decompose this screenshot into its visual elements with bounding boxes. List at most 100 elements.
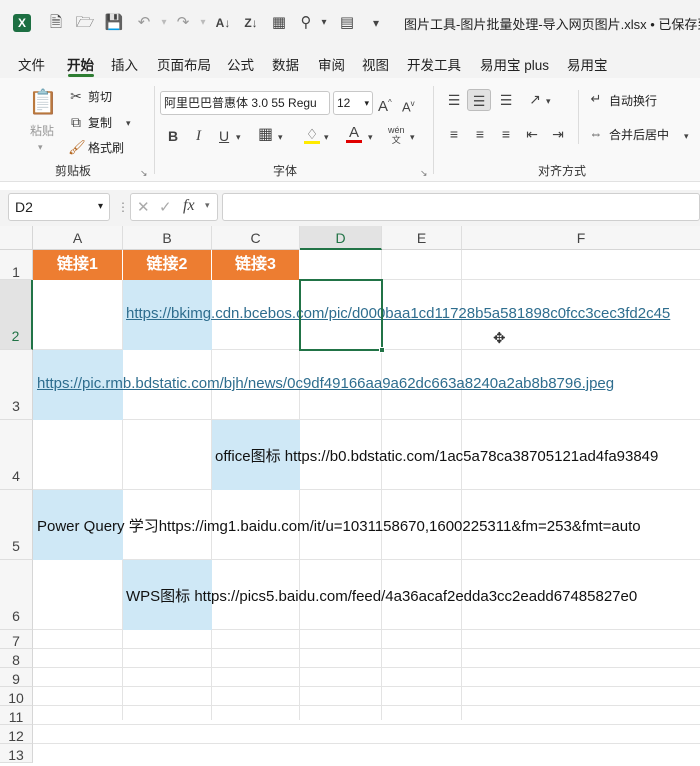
- align-right-icon[interactable]: ≡: [496, 125, 516, 143]
- copy-button[interactable]: 复制: [88, 114, 112, 131]
- tab-easytools-plus[interactable]: 易用宝 plus: [480, 54, 549, 74]
- row-header-3[interactable]: 3: [0, 350, 33, 420]
- underline-button[interactable]: U: [219, 127, 229, 145]
- cell-c4-text[interactable]: office图标 https://b0.bdstatic.com/1ac5a78…: [215, 445, 658, 466]
- merge-center-icon[interactable]: ⇔: [588, 125, 604, 143]
- sort-descending-icon[interactable]: Z↓: [241, 13, 261, 33]
- row-header-1[interactable]: 1: [0, 250, 33, 280]
- fill-color-icon[interactable]: ♢: [304, 125, 320, 144]
- header-cell-link1[interactable]: 链接1: [33, 250, 123, 280]
- decrease-font-icon[interactable]: Av: [402, 95, 415, 116]
- row-header-9[interactable]: 9: [0, 668, 33, 687]
- sort-ascending-icon[interactable]: A↓: [213, 13, 233, 33]
- border-dropdown-icon[interactable]: ▾: [278, 128, 283, 146]
- cell-a3-link[interactable]: https://pic.rmb.bdstatic.com/bjh/news/0c…: [37, 375, 614, 392]
- underline-dropdown-icon[interactable]: ▾: [236, 128, 241, 146]
- column-header-a[interactable]: A: [33, 226, 123, 250]
- row-header-7[interactable]: 7: [0, 630, 33, 649]
- row-header-12[interactable]: 12: [0, 725, 33, 744]
- paste-icon[interactable]: 📋: [28, 88, 58, 118]
- cell-a5-text[interactable]: Power Query 学习https://img1.baidu.com/it/…: [37, 515, 641, 536]
- row-header-11[interactable]: 11: [0, 706, 33, 725]
- undo-dropdown-icon[interactable]: ▾: [154, 13, 174, 33]
- align-bottom-icon[interactable]: ☰: [496, 91, 516, 109]
- font-color-dropdown-icon[interactable]: ▾: [368, 128, 373, 146]
- align-middle-icon[interactable]: ☰: [467, 89, 491, 111]
- row-header-8[interactable]: 8: [0, 649, 33, 668]
- column-header-b[interactable]: B: [123, 226, 212, 250]
- find-dropdown-icon[interactable]: ▾: [314, 13, 334, 33]
- font-launcher-icon[interactable]: ↘: [420, 164, 428, 182]
- wrap-text-icon[interactable]: ↵: [588, 90, 604, 108]
- open-folder-icon[interactable]: 🗁: [75, 13, 95, 33]
- paste-dropdown-icon[interactable]: ▾: [38, 138, 43, 156]
- format-painter-button[interactable]: 格式刷: [88, 139, 124, 156]
- worksheet-grid[interactable]: A B C D E F 1 2 3 4 5 6 7 8 9 10 11 12 1…: [0, 226, 700, 763]
- form-icon[interactable]: ▤: [337, 13, 357, 33]
- wrap-text-button[interactable]: 自动换行: [609, 92, 657, 109]
- row-header-4[interactable]: 4: [0, 420, 33, 490]
- tab-page-layout[interactable]: 页面布局: [157, 54, 211, 74]
- row-header-5[interactable]: 5: [0, 490, 33, 560]
- enter-icon[interactable]: ✓: [159, 198, 172, 216]
- tab-review[interactable]: 审阅: [318, 54, 345, 74]
- fill-handle[interactable]: [379, 347, 385, 353]
- row-header-2[interactable]: 2: [0, 280, 33, 350]
- name-box[interactable]: D2 ▾: [8, 193, 110, 221]
- align-center-icon[interactable]: ≡: [470, 125, 490, 143]
- tab-insert[interactable]: 插入: [111, 54, 138, 74]
- new-file-icon[interactable]: 🗎: [46, 13, 66, 33]
- clipboard-launcher-icon[interactable]: ↘: [140, 164, 148, 182]
- phonetic-dropdown-icon[interactable]: ▾: [410, 128, 415, 146]
- row-header-13[interactable]: 13: [0, 744, 33, 763]
- selected-cell-d2[interactable]: [299, 279, 383, 351]
- font-color-icon[interactable]: A: [346, 124, 362, 143]
- merge-dropdown-icon[interactable]: ▾: [684, 127, 689, 145]
- font-size-combo[interactable]: 12 ▾: [333, 91, 373, 115]
- phonetic-icon[interactable]: wén 文: [388, 125, 405, 145]
- header-cell-link2[interactable]: 链接2: [123, 250, 212, 280]
- align-left-icon[interactable]: ≡: [444, 125, 464, 143]
- column-header-d[interactable]: D: [300, 226, 382, 250]
- format-painter-icon[interactable]: 🖌: [68, 138, 86, 156]
- tab-developer[interactable]: 开发工具: [407, 54, 461, 74]
- tab-view[interactable]: 视图: [362, 54, 389, 74]
- formula-input[interactable]: [222, 193, 700, 221]
- increase-indent-icon[interactable]: ⇥: [548, 125, 568, 143]
- cut-icon[interactable]: ✂: [68, 87, 84, 105]
- find-icon[interactable]: ⚲: [296, 13, 316, 33]
- border-icon[interactable]: ▦: [258, 126, 273, 144]
- orientation-icon[interactable]: ↗: [526, 90, 544, 108]
- insert-function-button[interactable]: fx: [183, 197, 195, 215]
- redo-icon[interactable]: ↷: [173, 13, 193, 33]
- cancel-icon[interactable]: ✕: [137, 198, 150, 216]
- save-icon[interactable]: 💾: [104, 13, 124, 33]
- column-header-c[interactable]: C: [212, 226, 300, 250]
- tab-data[interactable]: 数据: [272, 54, 299, 74]
- header-cell-link3[interactable]: 链接3: [212, 250, 300, 280]
- tab-formulas[interactable]: 公式: [227, 54, 254, 74]
- cell-b2-link[interactable]: https://bkimg.cdn.bcebos.com/pic/d000baa…: [126, 305, 670, 322]
- copy-dropdown-icon[interactable]: ▾: [126, 114, 131, 132]
- tab-home[interactable]: 开始: [67, 54, 94, 74]
- column-header-e[interactable]: E: [382, 226, 462, 250]
- cut-button[interactable]: 剪切: [88, 88, 112, 105]
- undo-icon[interactable]: ↶: [134, 13, 154, 33]
- fill-color-dropdown-icon[interactable]: ▾: [324, 128, 329, 146]
- copy-icon[interactable]: ⧉: [68, 113, 84, 131]
- orientation-dropdown-icon[interactable]: ▾: [546, 92, 551, 110]
- row-header-6[interactable]: 6: [0, 560, 33, 630]
- column-header-f[interactable]: F: [462, 226, 700, 250]
- row-header-10[interactable]: 10: [0, 687, 33, 706]
- cell-b6-text[interactable]: WPS图标 https://pics5.baidu.com/feed/4a36a…: [126, 585, 637, 606]
- redo-dropdown-icon[interactable]: ▾: [193, 13, 213, 33]
- select-all-corner[interactable]: [0, 226, 33, 250]
- tab-file[interactable]: 文件: [18, 54, 45, 74]
- borders-icon[interactable]: ▦: [269, 13, 289, 33]
- customize-toolbar-icon[interactable]: ▾: [366, 13, 386, 33]
- merge-center-button[interactable]: 合并后居中: [609, 126, 669, 143]
- align-top-icon[interactable]: ☰: [444, 91, 464, 109]
- tab-easytools[interactable]: 易用宝: [567, 54, 608, 74]
- decrease-indent-icon[interactable]: ⇤: [522, 125, 542, 143]
- paste-button[interactable]: 粘贴: [30, 122, 54, 139]
